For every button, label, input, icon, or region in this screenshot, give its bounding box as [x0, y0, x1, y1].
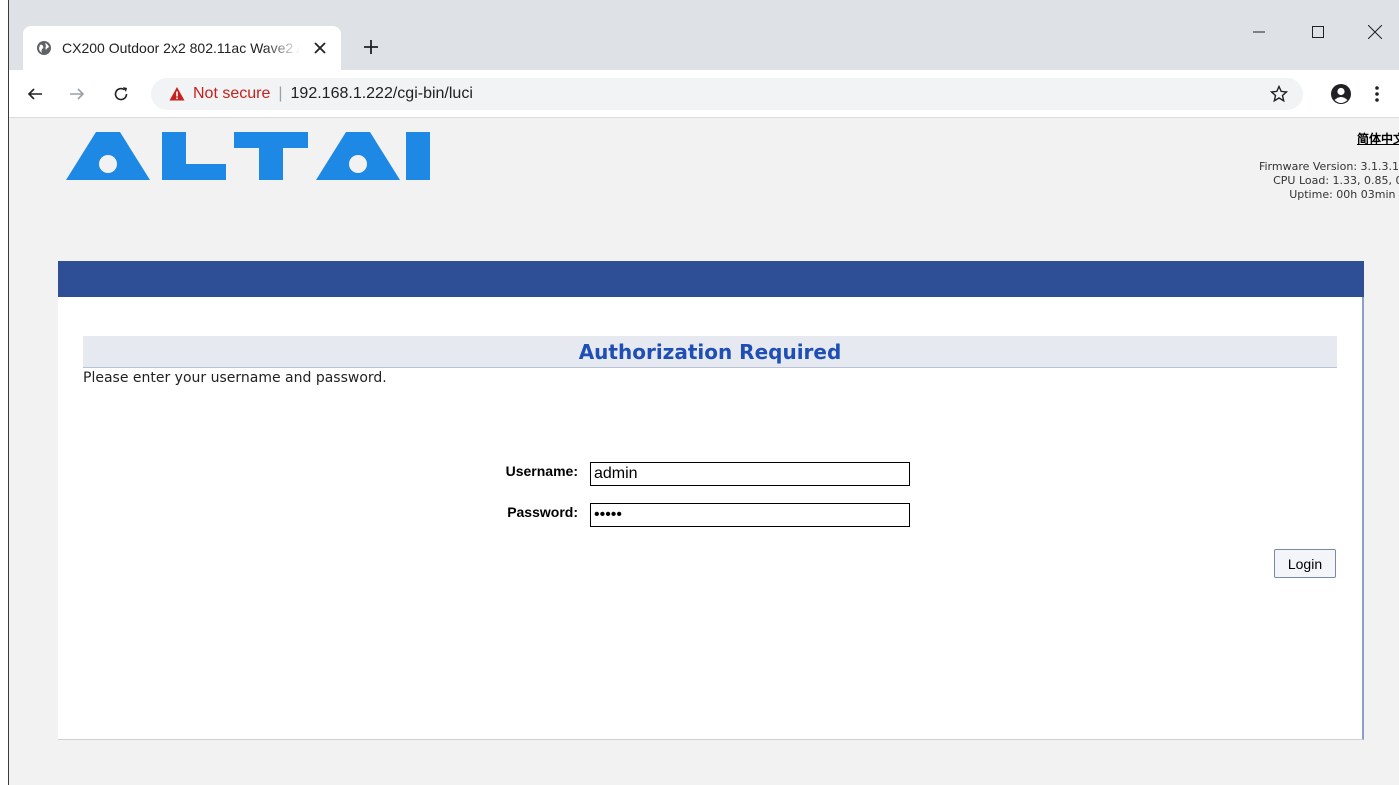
security-label[interactable]: Not secure: [193, 85, 270, 103]
auth-description: Please enter your username and password.: [83, 370, 387, 386]
url-separator: |: [278, 85, 283, 102]
maximize-button[interactable]: [1295, 14, 1341, 50]
minimize-icon: [1253, 31, 1265, 33]
back-button[interactable]: [21, 80, 49, 108]
login-panel: Authorization Required Please enter your…: [58, 297, 1364, 740]
address-bar[interactable]: Not secure | 192.168.1.222/cgi-bin/luci: [151, 78, 1303, 110]
close-icon: [1368, 25, 1382, 39]
minimize-button[interactable]: [1236, 14, 1282, 50]
warning-icon: [169, 86, 185, 102]
username-label: Username:: [505, 463, 578, 479]
url-text[interactable]: 192.168.1.222/cgi-bin/luci: [291, 85, 473, 103]
account-icon[interactable]: [1327, 80, 1355, 108]
arrow-right-icon: [70, 88, 85, 100]
password-field[interactable]: [590, 503, 910, 527]
arrow-left-icon: [27, 88, 42, 100]
password-label: Password:: [507, 504, 578, 520]
window-close-button[interactable]: [1352, 14, 1398, 50]
reload-icon: [114, 87, 128, 101]
star-icon[interactable]: [1269, 84, 1289, 104]
maximize-icon: [1312, 26, 1324, 38]
page-viewport: 简体中文 Firmware Version: 3.1.3.140 CPU Loa…: [10, 118, 1399, 785]
plus-icon: [364, 40, 378, 54]
window-left-border: [0, 0, 9, 785]
tab-strip: CX200 Outdoor 2x2 802.11ac Wave2 Access …: [9, 0, 1399, 70]
browser-tab[interactable]: CX200 Outdoor 2x2 802.11ac Wave2 Access …: [23, 26, 341, 70]
login-button[interactable]: Login: [1274, 549, 1336, 578]
uptime: Uptime: 00h 03min 29: [1289, 188, 1399, 201]
altai-logo: [66, 132, 430, 180]
browser-window: CX200 Outdoor 2x2 802.11ac Wave2 Access …: [0, 0, 1399, 785]
browser-toolbar: Not secure | 192.168.1.222/cgi-bin/luci: [9, 70, 1399, 118]
new-tab-button[interactable]: [357, 33, 385, 61]
username-field[interactable]: [590, 462, 910, 486]
header-banner: [58, 261, 1364, 297]
page-title: Authorization Required: [83, 336, 1337, 368]
forward-button[interactable]: [63, 80, 91, 108]
language-link[interactable]: 简体中文: [1357, 130, 1399, 147]
reload-button[interactable]: [107, 80, 135, 108]
system-info: Firmware Version: 3.1.3.140 CPU Load: 1.…: [1259, 160, 1399, 202]
firmware-version: Firmware Version: 3.1.3.140: [1258, 160, 1399, 173]
close-icon[interactable]: [311, 39, 329, 57]
kebab-menu-icon[interactable]: [1367, 80, 1387, 108]
cpu-load: CPU Load: 1.33, 0.85, 0.3: [1273, 174, 1399, 187]
globe-icon: [36, 40, 52, 56]
tab-title: CX200 Outdoor 2x2 802.11ac Wave2 Access …: [62, 40, 300, 56]
